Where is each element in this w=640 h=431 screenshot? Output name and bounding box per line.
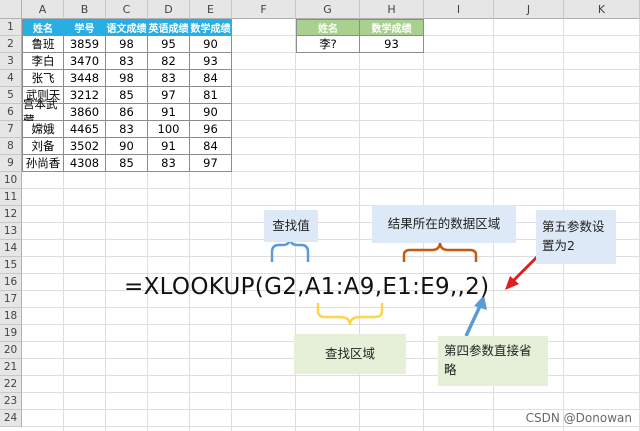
note-fifth-param: 第五参数设置为2 xyxy=(536,210,616,264)
xlookup-formula: =XLOOKUP(G2,A1:A9,E1:E9,,2) xyxy=(124,274,490,300)
note-lookup-range: 查找区域 xyxy=(294,334,406,374)
note-lookup-value: 查找值 xyxy=(264,210,318,242)
spreadsheet[interactable]: ABCDEFGHIJK 1 2 3 4 5 6 7 8 9 10 11 12 13 14 15 16 17 18 1… xyxy=(0,0,640,431)
note-fourth-param: 第四参数直接省略 xyxy=(438,336,548,386)
watermark: CSDN @Donowan xyxy=(525,411,632,425)
result-range-brace xyxy=(402,241,478,262)
fourth-param-arrow xyxy=(464,305,482,337)
note-result-range: 结果所在的数据区域 xyxy=(372,205,516,243)
lookup-range-brace xyxy=(316,303,384,326)
